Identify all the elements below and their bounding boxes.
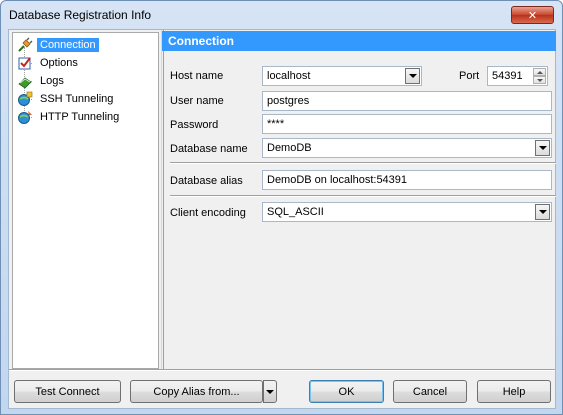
host-name-value: localhost [267,70,311,82]
database-alias-label: Database alias [170,175,243,187]
http-tunneling-icon [17,109,33,125]
bottom-divider [9,369,555,371]
navigation-tree: Connection Options Logs SSH Tunneling HT… [12,32,159,369]
test-connect-label: Test Connect [35,385,100,398]
client-encoding-combobox[interactable]: SQL_ASCII [262,202,552,222]
client-encoding-label: Client encoding [170,207,246,219]
chevron-down-icon[interactable] [405,68,420,84]
tree-item-label: Options [40,57,78,69]
tree-item-options[interactable]: Options [17,54,81,72]
database-name-label: Database name [170,143,248,155]
user-name-value: postgres [267,95,310,107]
copy-alias-button[interactable]: Copy Alias from... [130,380,263,403]
ok-button[interactable]: OK [309,380,384,403]
user-name-field[interactable]: postgres [262,91,552,111]
tree-item-connection[interactable]: Connection [17,36,99,54]
tree-item-logs[interactable]: Logs [17,72,67,90]
tree-item-label: HTTP Tunneling [40,111,120,123]
close-icon: ✕ [527,9,538,22]
tree-item-label: Connection [37,38,99,52]
spin-down-icon[interactable] [533,76,546,84]
host-name-label: Host name [170,70,223,82]
test-connect-button[interactable]: Test Connect [14,380,121,403]
section-title: Connection [162,31,556,51]
logs-book-icon [17,73,33,89]
ok-label: OK [338,385,355,398]
tree-item-http-tunneling[interactable]: HTTP Tunneling [17,108,122,126]
help-label: Help [502,385,526,398]
chevron-down-icon[interactable] [535,140,550,156]
divider [170,195,556,197]
panel-splitter[interactable] [161,30,164,370]
database-name-combobox[interactable]: DemoDB [262,138,552,158]
dialog-client-area: Connection Options Logs SSH Tunneling HT… [8,29,556,409]
port-spin-field[interactable]: 54391 [487,66,548,86]
database-alias-field[interactable]: DemoDB on localhost:54391 [262,170,552,190]
options-checkbox-icon [17,55,33,71]
password-field[interactable]: **** [262,114,552,134]
cancel-button[interactable]: Cancel [393,380,467,403]
help-button[interactable]: Help [477,380,551,403]
spin-up-icon[interactable] [533,68,546,76]
tree-item-label: Logs [40,75,64,87]
password-value: **** [267,118,285,130]
user-name-label: User name [170,95,224,107]
tree-item-label: SSH Tunneling [40,93,114,105]
ssh-tunneling-icon [17,91,33,107]
tree-item-ssh-tunneling[interactable]: SSH Tunneling [17,90,116,108]
chevron-down-icon[interactable] [535,204,550,220]
cancel-label: Cancel [412,385,448,398]
client-encoding-value: SQL_ASCII [267,206,324,218]
password-label: Password [170,119,219,131]
database-alias-value: DemoDB on localhost:54391 [267,174,408,186]
connection-plug-icon [17,37,33,53]
title-bar[interactable]: Database Registration Info ✕ [1,1,562,29]
divider [170,162,556,164]
close-button[interactable]: ✕ [511,6,554,24]
window-title: Database Registration Info [9,8,152,22]
port-value: 54391 [492,70,523,82]
chevron-down-icon [266,389,274,394]
database-name-value: DemoDB [267,142,312,154]
host-name-combobox[interactable]: localhost [262,66,422,86]
copy-alias-label: Copy Alias from... [153,385,240,398]
copy-alias-dropdown-button[interactable] [263,380,277,403]
port-label: Port [459,70,480,82]
port-spinner[interactable] [533,68,546,84]
host-name-label-text: Host name [170,70,224,82]
dialog-window: Database Registration Info ✕ Connection [0,0,563,415]
